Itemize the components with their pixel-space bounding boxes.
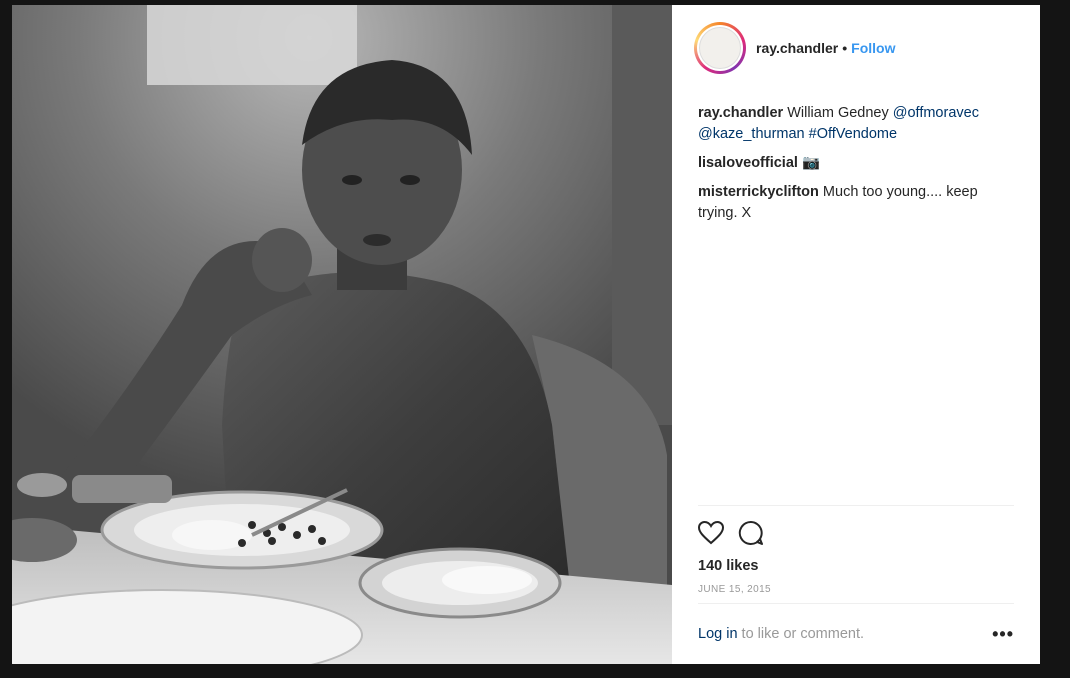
photo-image — [12, 5, 672, 664]
comment-username[interactable]: lisaloveofficial — [698, 155, 798, 171]
avatar[interactable] — [694, 22, 746, 74]
header-username[interactable]: ray.chandler — [756, 40, 838, 56]
comment-username[interactable]: misterrickyclifton — [698, 184, 819, 200]
header-separator: • — [842, 40, 848, 56]
action-icons — [698, 518, 1014, 548]
login-suffix: to like or comment. — [737, 626, 865, 642]
follow-button[interactable]: Follow — [851, 40, 895, 56]
more-options-icon[interactable]: ••• — [992, 624, 1014, 645]
like-count[interactable]: 140 likes — [698, 558, 1014, 574]
caption-username[interactable]: ray.chandler — [698, 105, 783, 121]
post-side-panel: ray.chandler • Follow ray.chandler Willi… — [672, 5, 1040, 664]
login-link[interactable]: Log in — [698, 626, 738, 642]
heart-icon[interactable] — [698, 521, 724, 545]
list-item: lisaloveofficial 📷 — [698, 153, 1014, 174]
caption: ray.chandler William Gedney @offmoravec … — [698, 103, 1014, 145]
comment-list: ray.chandler William Gedney @offmoravec … — [698, 103, 1014, 232]
comment-bubble-icon[interactable] — [738, 520, 764, 546]
action-bar: 140 likes JUNE 15, 2015 — [698, 505, 1014, 595]
comment-text: 📷 — [801, 155, 821, 171]
mention-kaze-thurman[interactable]: @kaze_thurman — [698, 126, 805, 142]
comment-footer: Log in to like or comment. ••• — [698, 603, 1014, 664]
mention-offmoravec[interactable]: @offmoravec — [893, 105, 979, 121]
post-modal: ray.chandler • Follow ray.chandler Willi… — [12, 5, 1040, 664]
caption-text: William Gedney — [787, 105, 889, 121]
list-item: misterrickyclifton Much too young.... ke… — [698, 182, 1014, 224]
hashtag-offvendome[interactable]: #OffVendome — [809, 126, 897, 142]
post-date: JUNE 15, 2015 — [698, 584, 772, 595]
login-prompt: Log in to like or comment. — [698, 626, 864, 642]
post-header: ray.chandler • Follow — [672, 5, 1040, 91]
post-photo[interactable] — [12, 5, 672, 664]
